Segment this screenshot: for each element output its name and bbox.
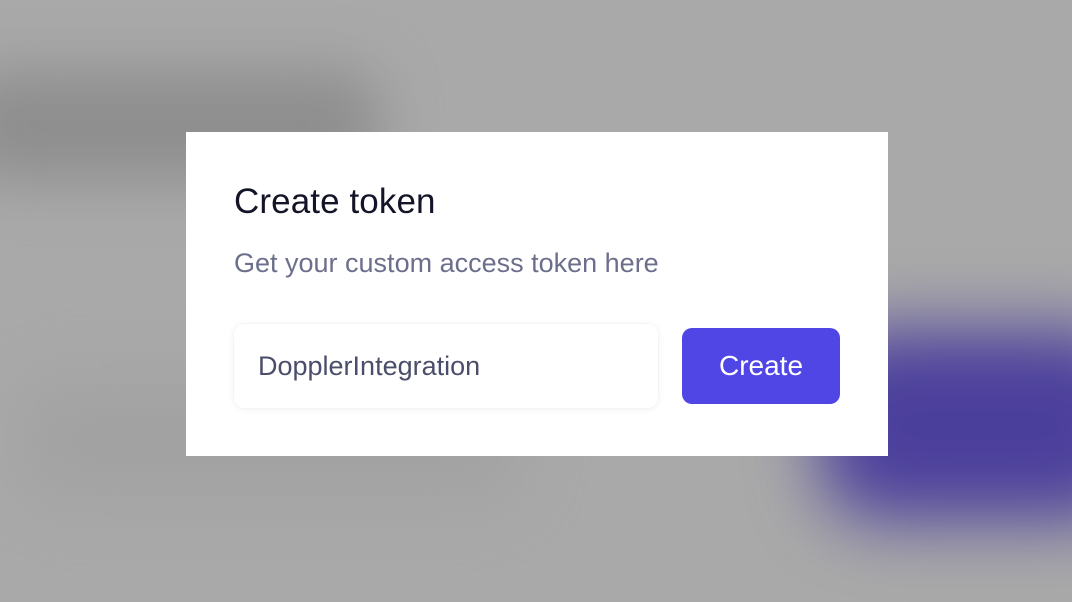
token-name-input[interactable]	[234, 324, 658, 408]
dialog-title: Create token	[234, 182, 436, 221]
create-token-dialog: Create token Get your custom access toke…	[186, 132, 888, 456]
dialog-subtitle: Get your custom access token here	[234, 248, 659, 278]
create-button[interactable]: Create	[682, 328, 840, 404]
